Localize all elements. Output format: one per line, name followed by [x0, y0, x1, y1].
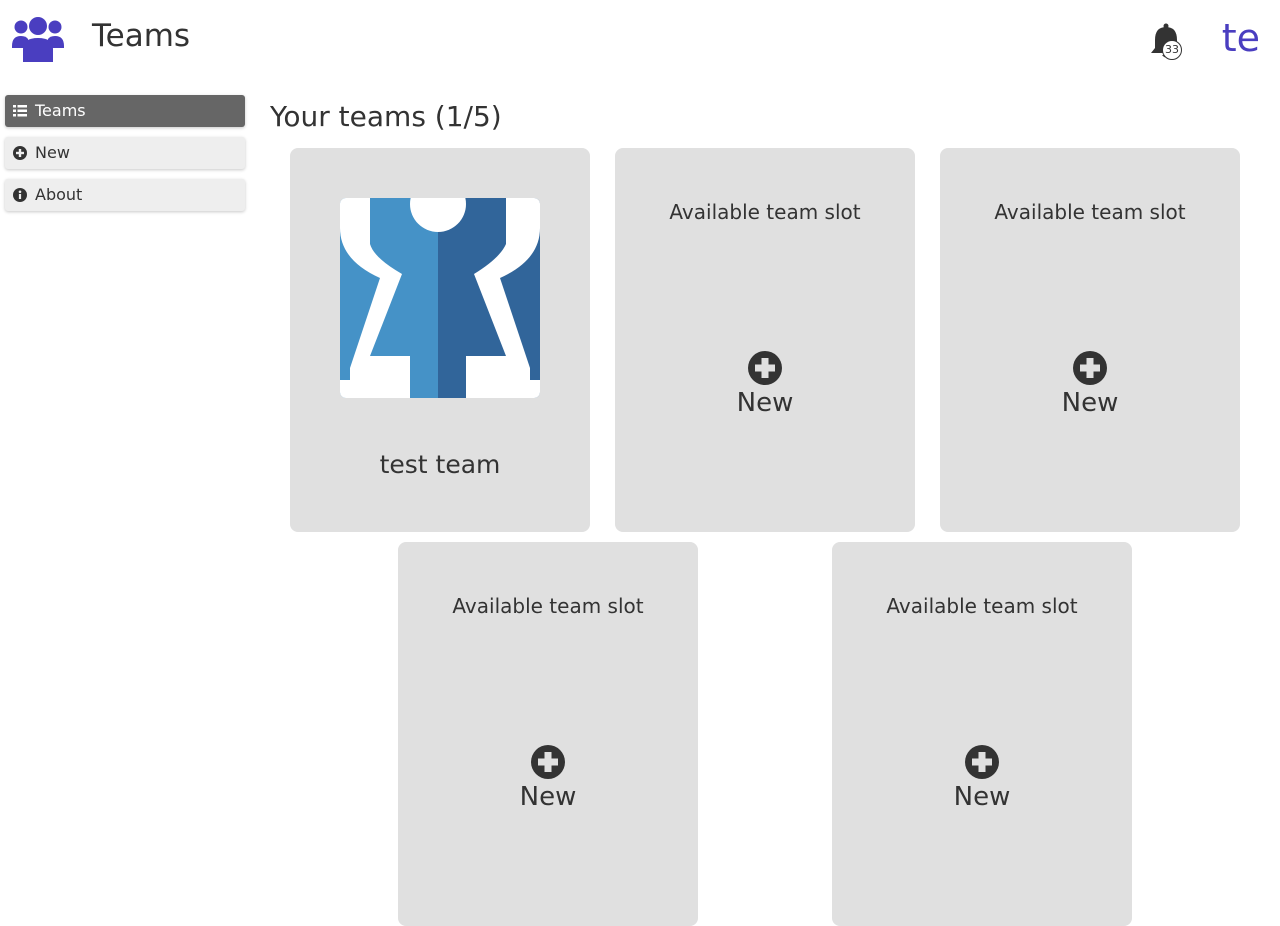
new-team-label: New: [953, 782, 1011, 812]
sidebar-item-new[interactable]: New: [5, 137, 245, 169]
new-team-label: New: [1061, 388, 1119, 418]
slot-text: Available team slot: [452, 594, 644, 618]
sidebar: Teams New About: [5, 95, 245, 221]
sidebar-item-label: About: [35, 185, 83, 204]
users-icon: [12, 17, 64, 62]
plus-circle-icon: [748, 351, 782, 385]
team-name: test team: [379, 450, 501, 479]
teams-heading: Your teams (1/5): [270, 100, 502, 133]
new-team-label: New: [519, 782, 577, 812]
plus-circle-icon: [13, 146, 27, 160]
plus-circle-icon: [531, 745, 565, 779]
team-card[interactable]: test team: [290, 148, 590, 532]
team-logo-image: [340, 198, 540, 398]
user-avatar[interactable]: te: [1222, 16, 1260, 60]
plus-circle-icon: [1073, 351, 1107, 385]
available-slot-card[interactable]: Available team slot New: [940, 148, 1240, 532]
sidebar-item-label: Teams: [35, 101, 86, 120]
app-header: Teams 33 te: [0, 0, 1280, 84]
plus-circle-icon: [965, 745, 999, 779]
available-slot-card[interactable]: Available team slot New: [398, 542, 698, 926]
slot-text: Available team slot: [669, 200, 861, 224]
available-slot-card[interactable]: Available team slot New: [832, 542, 1132, 926]
notification-badge: 33: [1162, 40, 1182, 60]
sidebar-item-teams[interactable]: Teams: [5, 95, 245, 127]
new-team-label: New: [736, 388, 794, 418]
slot-text: Available team slot: [886, 594, 1078, 618]
info-circle-icon: [13, 188, 27, 202]
page-title: Teams: [92, 18, 191, 54]
sidebar-item-about[interactable]: About: [5, 179, 245, 211]
sidebar-item-label: New: [35, 143, 70, 162]
available-slot-card[interactable]: Available team slot New: [615, 148, 915, 532]
list-icon: [13, 105, 27, 117]
slot-text: Available team slot: [994, 200, 1186, 224]
team-logo: [340, 198, 540, 398]
